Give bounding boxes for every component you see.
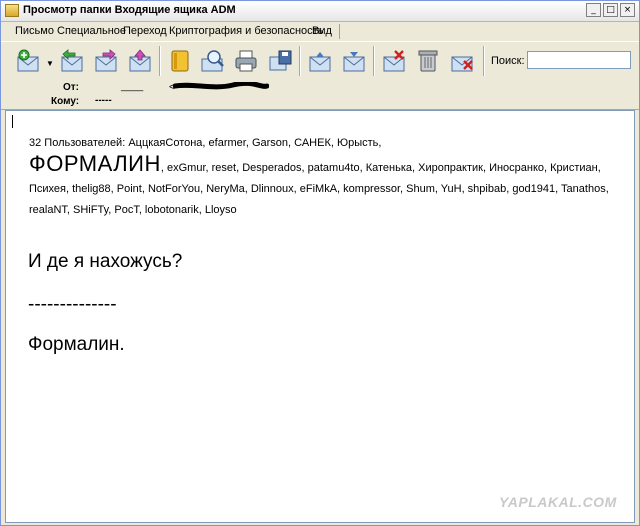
address-book-icon[interactable] (167, 48, 193, 74)
app-window: Просмотр папки Входящие ящика ADM _ □ × … (0, 0, 640, 526)
message-divider: -------------- (28, 294, 117, 315)
find-icon[interactable] (199, 48, 225, 74)
forward-icon[interactable] (93, 48, 119, 74)
menu-separator (339, 24, 340, 39)
menu-item-view[interactable]: Вид (312, 25, 332, 37)
folder-icon (5, 4, 19, 17)
menu-item-go[interactable]: Переход (123, 25, 167, 37)
from-label: От: (62, 82, 79, 93)
redaction-scribble (173, 82, 269, 90)
search-input[interactable] (527, 51, 631, 69)
toolbar-separator (373, 46, 375, 76)
watermark: YAPLAKAL.COM (499, 494, 617, 510)
users-list: 32 Пользователей: АццкаяСотона, efarmer,… (29, 133, 609, 221)
menu-bar: Письмо Специальное Переход Криптография … (1, 22, 639, 41)
message-question: И де я нахожусь? (28, 251, 183, 272)
chevron-down-icon[interactable]: ▼ (46, 59, 54, 68)
window-title: Просмотр папки Входящие ящика ADM (23, 4, 236, 16)
new-message-icon[interactable] (15, 48, 41, 74)
from-name: ____ (121, 81, 144, 92)
message-body[interactable]: 32 Пользователей: АццкаяСотона, efarmer,… (5, 110, 635, 523)
minimize-button[interactable]: _ (586, 3, 601, 17)
trash-icon[interactable] (415, 48, 441, 74)
toolbar: ▼ Поиск: (1, 41, 639, 80)
users-lead: 32 Пользователей: АццкаяСотона, efarmer,… (29, 137, 382, 149)
search-label: Поиск: (491, 55, 525, 67)
spam-icon[interactable] (449, 48, 475, 74)
move-up-icon[interactable] (307, 48, 333, 74)
maximize-button[interactable]: □ (603, 3, 618, 17)
message-signature: Формалин. (28, 334, 125, 355)
menu-item-crypto[interactable]: Криптография и безопасность (169, 25, 323, 37)
send-icon[interactable] (127, 48, 153, 74)
to-value: ----- (95, 95, 112, 106)
reply-icon[interactable] (59, 48, 85, 74)
menu-item-special[interactable]: Специальное (57, 25, 126, 37)
toolbar-separator (483, 46, 485, 76)
print-icon[interactable] (233, 48, 259, 74)
users-highlight: ФОРМАЛИН (29, 151, 161, 176)
toolbar-separator (299, 46, 301, 76)
to-label: Кому: (51, 96, 80, 107)
message-header: От: ____ < Кому: ----- (1, 79, 639, 110)
menu-item-letter[interactable]: Письмо (15, 25, 54, 37)
text-cursor (12, 115, 13, 128)
delete-message-icon[interactable] (381, 48, 407, 74)
move-down-icon[interactable] (341, 48, 367, 74)
save-icon[interactable] (267, 48, 293, 74)
window-controls: _ □ × (586, 3, 635, 17)
close-button[interactable]: × (620, 3, 635, 17)
toolbar-separator (159, 46, 161, 76)
title-bar[interactable]: Просмотр папки Входящие ящика ADM _ □ × (1, 1, 639, 22)
